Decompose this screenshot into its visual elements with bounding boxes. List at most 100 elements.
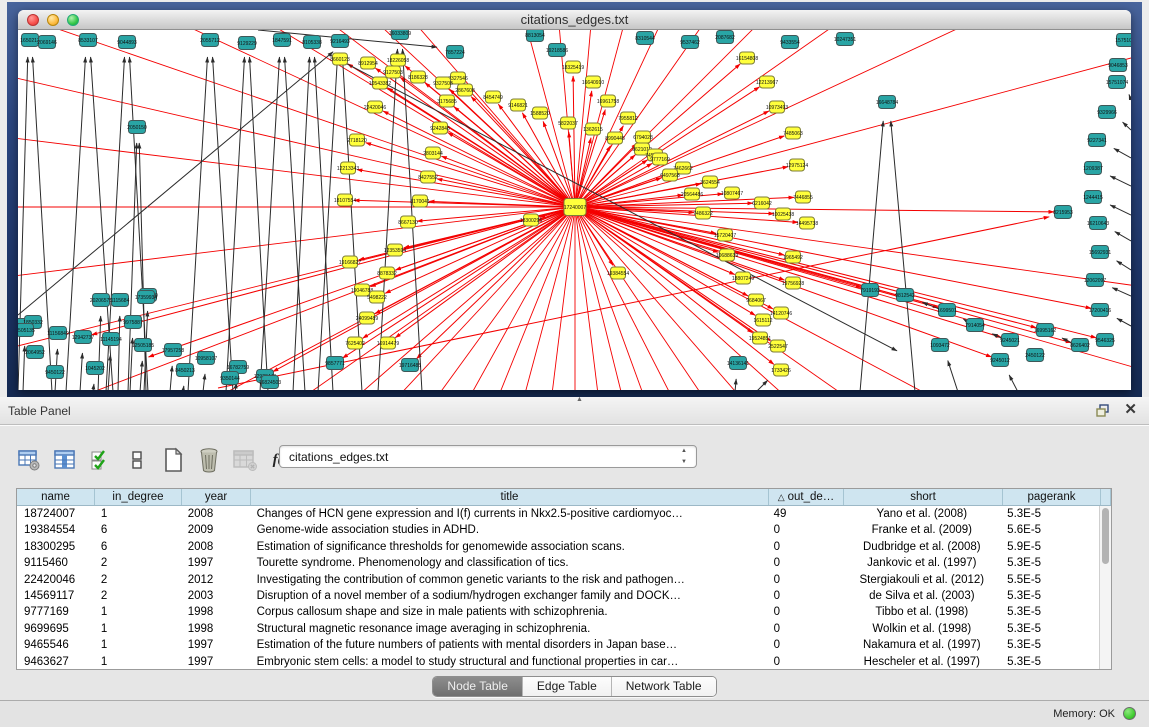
network-node[interactable]: 16995162 (1034, 324, 1056, 337)
table-row[interactable]: 911546021997Tourette syndrome. Phenomeno… (17, 555, 1099, 571)
table-row[interactable]: 946362711997Embryonic stem cells: a mode… (17, 654, 1099, 669)
column-header-pagerank[interactable]: pagerank (1003, 489, 1101, 505)
network-node[interactable]: 8912954 (358, 57, 378, 69)
network-node[interactable]: 1615112 (753, 314, 772, 326)
network-node[interactable]: 9433554 (780, 36, 800, 49)
network-node[interactable]: 6497568 (660, 169, 680, 181)
network-node[interactable]: 9245012 (990, 354, 1010, 367)
column-header-name[interactable]: name (17, 489, 95, 505)
network-node[interactable]: 2055712 (200, 34, 220, 47)
network-node[interactable]: 9329966 (1097, 106, 1117, 119)
network-window-titlebar[interactable]: citations_edges.txt (18, 10, 1131, 30)
network-node[interactable]: 14120746 (770, 307, 792, 319)
network-node[interactable]: 7485063 (783, 127, 803, 139)
column-header-short[interactable]: short (844, 489, 1003, 505)
network-node[interactable]: 8450213 (175, 364, 195, 377)
network-node[interactable]: 9505135 (18, 324, 35, 337)
network-node[interactable]: 2450122 (1025, 349, 1045, 362)
network-node[interactable]: 1045202 (85, 362, 105, 375)
network-node[interactable]: 18107554 (334, 194, 356, 206)
splitter-handle[interactable]: ▲ (575, 397, 585, 403)
network-node[interactable]: 7486322 (693, 207, 713, 219)
network-node[interactable]: 8105338 (302, 36, 322, 49)
network-node[interactable]: 1965492 (783, 251, 803, 263)
table-row[interactable]: 2242004622012Investigating the contribut… (17, 572, 1099, 588)
network-node[interactable]: 8660123 (330, 53, 350, 65)
network-node[interactable]: 10973493 (766, 101, 788, 113)
memory-status-indicator[interactable] (1123, 707, 1136, 720)
network-node[interactable]: 1093472 (930, 339, 950, 352)
network-node[interactable]: 15692931 (1089, 246, 1111, 259)
tab-node-table[interactable]: Node Table (433, 677, 523, 696)
network-node[interactable]: 19716485 (399, 359, 421, 372)
network-node[interactable]: 2522547 (768, 340, 788, 352)
network-node[interactable]: 8215953 (1053, 206, 1073, 219)
network-node[interactable]: 9537462 (680, 36, 700, 49)
table-panel-titlebar[interactable]: ▲ Table Panel ✕ (0, 397, 1149, 425)
network-node[interactable]: 18807249 (732, 272, 754, 284)
network-node[interactable]: 2867608 (455, 84, 475, 96)
network-node[interactable]: 1575104 (1115, 34, 1131, 47)
column-header-year[interactable]: year (182, 489, 251, 505)
network-node[interactable]: 17240007 (564, 199, 586, 216)
network-node[interactable]: 8186328 (408, 71, 428, 83)
network-node[interactable]: 9146821 (508, 99, 528, 111)
network-node[interactable]: 1209387 (1083, 162, 1103, 175)
network-node[interactable]: 7446855 (793, 191, 813, 203)
network-node[interactable]: 19384554 (607, 267, 629, 279)
network-node[interactable]: 6216042 (752, 197, 772, 209)
network-node[interactable]: 14136141 (727, 357, 749, 370)
network-node[interactable]: 1699501 (937, 304, 957, 317)
network-node[interactable]: 9216493 (330, 35, 350, 48)
network-node[interactable]: 9546325 (1095, 334, 1115, 347)
network-node[interactable]: 9129229 (237, 37, 257, 50)
network-node[interactable]: 1588520 (530, 107, 550, 119)
network-node[interactable]: 18325419 (562, 61, 584, 73)
network-node[interactable]: 3175685 (437, 95, 457, 107)
close-panel-icon[interactable]: ✕ (1124, 402, 1137, 418)
network-node[interactable]: 8813054 (525, 30, 545, 42)
network-node[interactable]: 20564486 (681, 188, 703, 200)
network-node[interactable]: 9450122 (45, 366, 65, 379)
network-node[interactable]: 2803144 (423, 147, 443, 159)
network-node[interactable]: 11145194 (100, 333, 122, 346)
vertical-scrollbar[interactable] (1099, 506, 1111, 669)
network-node[interactable]: 9975887 (123, 316, 143, 329)
network-node[interactable]: 9242848 (430, 122, 450, 134)
network-node[interactable]: 5822037 (558, 117, 578, 129)
network-node[interactable]: 5498222 (367, 291, 387, 303)
new-column-icon[interactable] (160, 447, 186, 473)
network-node[interactable]: 2087682 (715, 31, 735, 44)
network-node[interactable]: 15751074 (1106, 76, 1128, 89)
network-node[interactable]: 15720407 (714, 229, 736, 241)
network-node[interactable]: 16961758 (597, 95, 619, 107)
network-node[interactable]: 12213967 (756, 76, 778, 88)
network-node[interactable]: 1244415 (1083, 191, 1103, 204)
network-node[interactable]: 17200416 (1089, 304, 1111, 317)
network-node[interactable]: 12062097 (1084, 274, 1106, 287)
network-node[interactable]: 9127503 (383, 66, 403, 78)
network-node[interactable]: 9245021 (1000, 334, 1020, 347)
network-node[interactable]: 12975124 (786, 159, 808, 171)
network-node[interactable]: 9684067 (746, 294, 766, 306)
network-node[interactable]: 2064952 (25, 346, 45, 359)
network-node[interactable]: 8454749 (483, 91, 503, 103)
network-node[interactable]: 10247351 (834, 33, 856, 46)
network-node[interactable]: 17359934 (135, 291, 157, 304)
column-header-in_degree[interactable]: in_degree (95, 489, 182, 505)
network-node[interactable]: 2069146 (37, 36, 57, 49)
table-row[interactable]: 946554611997Estimation of the future num… (17, 637, 1099, 653)
network-canvas[interactable]: 1724000786601238912954182260589127503818… (18, 30, 1131, 390)
network-node[interactable]: 16033809 (389, 30, 411, 40)
network-node[interactable]: 16824503 (259, 376, 281, 389)
network-node[interactable]: 1115684 (111, 294, 130, 307)
table-selector-dropdown[interactable]: citations_edges.txt (279, 445, 697, 468)
delete-columns-icon[interactable] (196, 447, 222, 473)
network-node[interactable]: 9227341 (1087, 134, 1107, 147)
network-node[interactable]: 10543382 (369, 77, 391, 89)
network-node[interactable]: 12505185 (132, 339, 154, 352)
network-node[interactable]: 7955812 (618, 112, 638, 124)
network-node[interactable]: 1362615 (583, 123, 603, 135)
network-node[interactable]: 16648784 (876, 96, 898, 109)
column-header-title[interactable]: title (251, 489, 769, 505)
